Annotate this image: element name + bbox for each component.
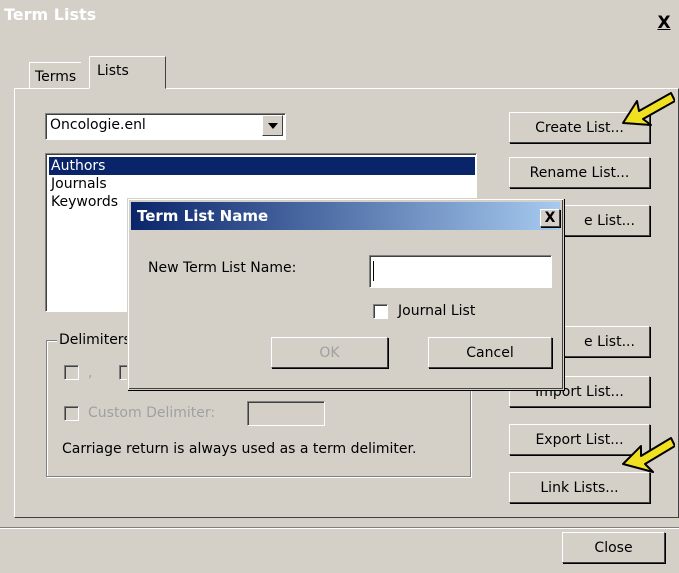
dialog-cancel-button[interactable]: Cancel xyxy=(428,337,552,368)
library-select-dropdown-button[interactable] xyxy=(262,115,283,136)
comma-delimiter-checkbox[interactable] xyxy=(64,365,79,380)
arrow-annotation-icon xyxy=(622,437,675,473)
arrow-annotation-icon xyxy=(622,92,675,126)
rename-list-button[interactable]: Rename List... xyxy=(509,157,650,188)
window-titlebar: Term Lists X xyxy=(0,0,679,43)
dialog-ok-button[interactable]: OK xyxy=(271,337,388,368)
term-list-name-dialog: Term List Name X New Term List Name: Jou… xyxy=(127,198,564,390)
comma-delimiter-label: , xyxy=(88,365,93,381)
tab-lists[interactable]: Lists xyxy=(89,56,166,89)
window-title: Term Lists xyxy=(4,5,97,24)
chevron-down-icon xyxy=(267,122,278,129)
text-caret xyxy=(373,261,374,281)
custom-delimiter-input[interactable] xyxy=(247,401,325,426)
dialog-titlebar: Term List Name X xyxy=(131,202,560,230)
delimiter-note: Carriage return is always used as a term… xyxy=(62,441,417,457)
delimiters-legend: Delimiters xyxy=(57,332,133,348)
new-term-list-name-label: New Term List Name: xyxy=(148,260,297,276)
window-close-button[interactable]: X xyxy=(654,12,674,34)
new-term-list-name-input[interactable] xyxy=(369,255,552,288)
bottom-separator xyxy=(0,527,679,529)
close-button[interactable]: Close xyxy=(562,532,665,563)
list-item-journals[interactable]: Journals xyxy=(49,175,479,193)
dialog-close-button[interactable]: X xyxy=(540,209,560,227)
journal-list-label: Journal List xyxy=(398,303,476,319)
custom-delimiter-label: Custom Delimiter: xyxy=(88,405,216,421)
tab-terms[interactable]: Terms xyxy=(29,62,82,89)
list-item-authors[interactable]: Authors xyxy=(49,157,475,175)
journal-list-checkbox[interactable] xyxy=(373,304,388,319)
library-select[interactable]: Oncologie.enl xyxy=(45,113,286,140)
custom-delimiter-checkbox[interactable] xyxy=(64,406,79,421)
dialog-title: Term List Name xyxy=(137,207,269,225)
library-select-value: Oncologie.enl xyxy=(50,117,146,133)
